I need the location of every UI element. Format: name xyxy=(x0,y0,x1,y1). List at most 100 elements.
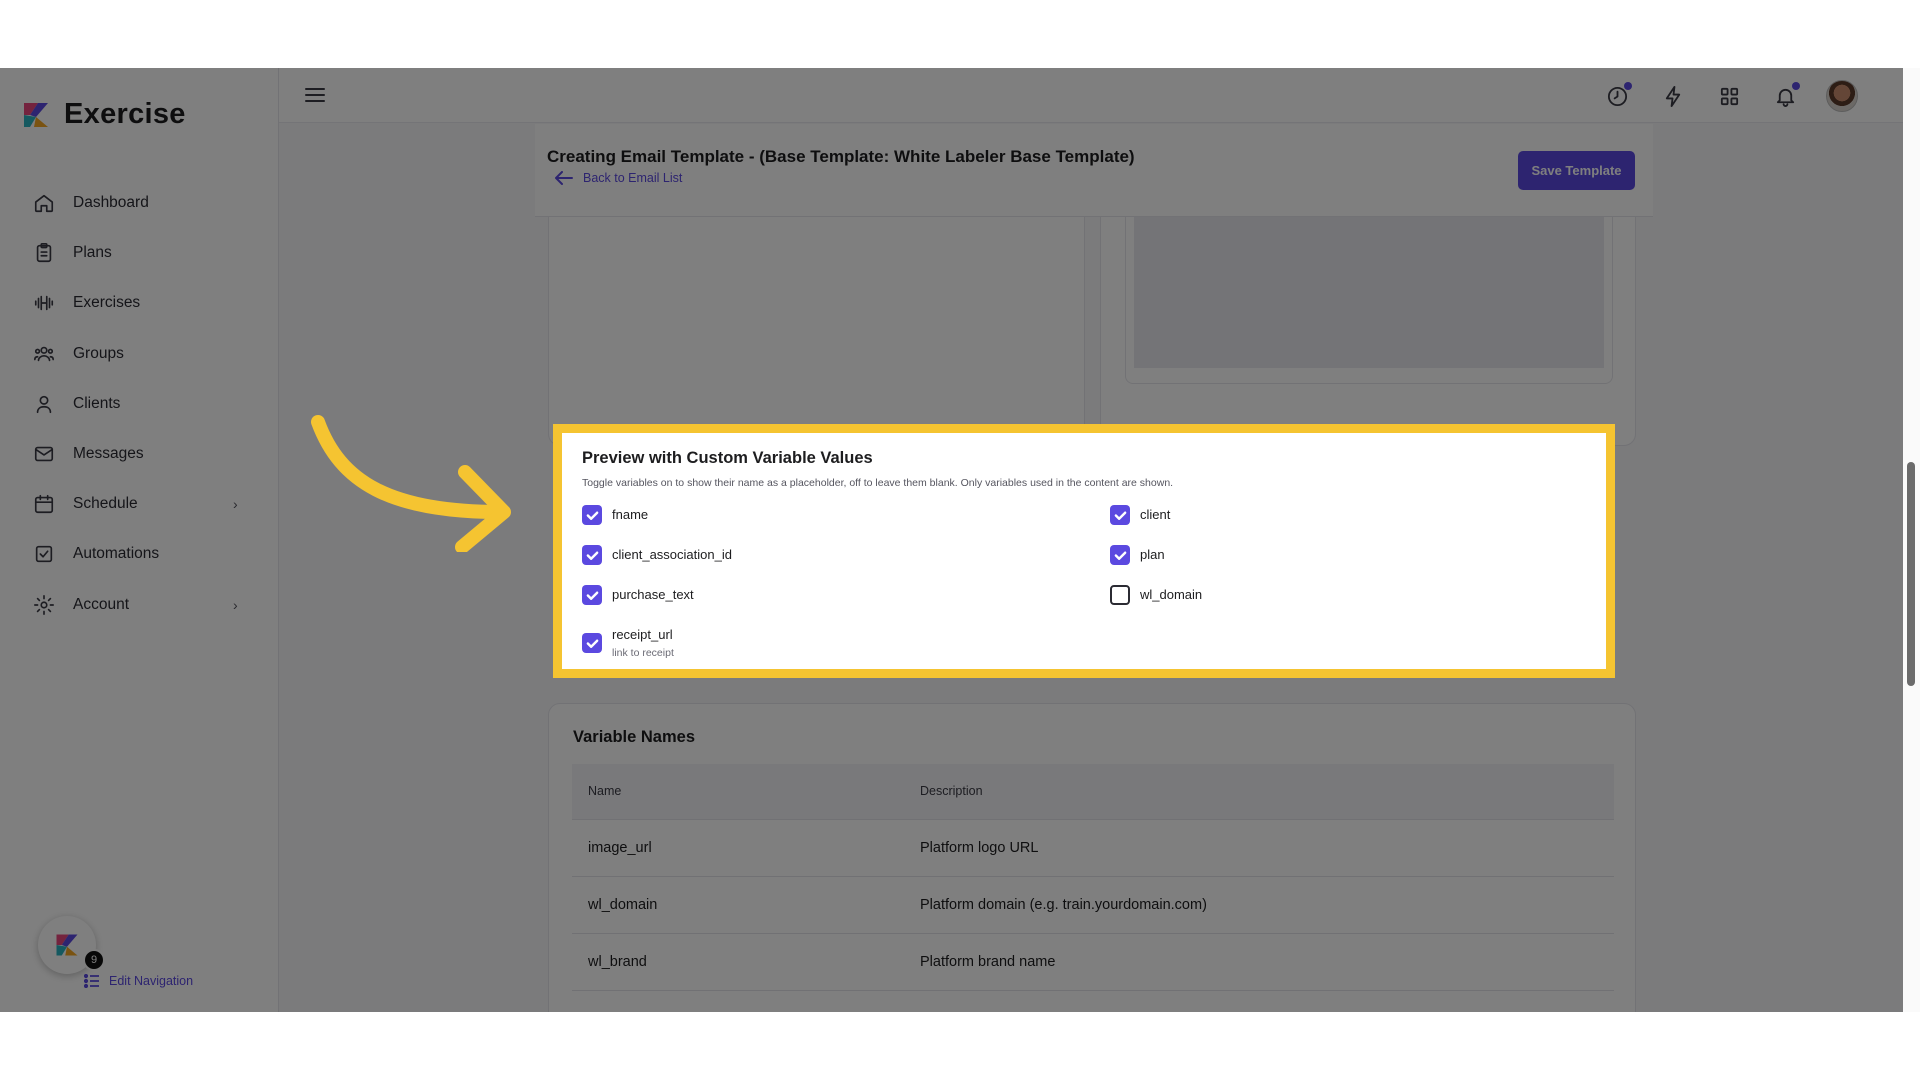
sidebar-item-label: Messages xyxy=(73,445,144,463)
checkbox-checked-icon[interactable] xyxy=(1110,545,1130,565)
variable-names-title: Variable Names xyxy=(573,728,695,746)
checkbox-checked-icon[interactable] xyxy=(582,585,602,605)
back-to-email-list-link[interactable]: Back to Email List xyxy=(555,171,682,185)
sidebar-item-label: Automations xyxy=(73,545,160,563)
brand-logo-icon xyxy=(56,934,78,956)
sidebar-item-groups[interactable]: Groups xyxy=(0,329,279,379)
variable-name-cell: wl_brand xyxy=(588,954,647,970)
page-scrollbar[interactable] xyxy=(1903,68,1920,1012)
variable-label: client xyxy=(1140,507,1171,522)
preview-card-title: Preview with Custom Variable Values xyxy=(582,449,873,467)
variable-label: plan xyxy=(1140,547,1165,562)
sidebar-item-schedule[interactable]: Schedule › xyxy=(0,479,279,529)
mail-icon xyxy=(33,443,55,465)
scrollbar-thumb[interactable] xyxy=(1907,462,1915,686)
checkbox-checked-icon[interactable] xyxy=(582,633,602,653)
sidebar-item-label: Plans xyxy=(73,244,112,262)
edit-navigation-link[interactable]: Edit Navigation xyxy=(84,974,193,988)
checkbox-unchecked-icon[interactable] xyxy=(1110,585,1130,605)
variable-toggle-plan[interactable]: plan xyxy=(1110,545,1165,565)
sidebar-item-account[interactable]: Account › xyxy=(0,580,279,630)
variable-label: receipt_url xyxy=(612,627,673,642)
editor-panel xyxy=(548,198,1085,446)
preview-panel xyxy=(1100,198,1636,446)
brand[interactable]: Exercise xyxy=(20,98,186,131)
checkbox-checked-icon[interactable] xyxy=(582,545,602,565)
variable-label: client_association_id xyxy=(612,547,732,562)
table-row: wl_domain Platform domain (e.g. train.yo… xyxy=(572,877,1614,934)
sidebar: Exercise Dashboard Plans Exercises Group… xyxy=(0,68,279,1012)
chevron-right-icon[interactable]: › xyxy=(233,597,238,613)
arrow-left-icon xyxy=(555,171,573,185)
brand-logo-icon xyxy=(24,102,48,127)
column-header-name: Name xyxy=(588,784,622,798)
clipboard-icon xyxy=(33,242,55,264)
variable-toggle-purchase-text[interactable]: purchase_text xyxy=(582,585,694,605)
sidebar-item-plans[interactable]: Plans xyxy=(0,228,279,278)
checkbox-checked-icon[interactable] xyxy=(1110,505,1130,525)
chevron-right-icon[interactable]: › xyxy=(233,496,238,512)
back-link-label: Back to Email List xyxy=(583,171,683,185)
table-row: image_url Platform logo URL xyxy=(572,820,1614,877)
variable-label: purchase_text xyxy=(612,587,694,602)
page-title: Creating Email Template - (Base Template… xyxy=(547,147,1135,166)
variable-name-cell: wl_domain xyxy=(588,897,658,913)
save-template-button[interactable]: Save Template xyxy=(1518,151,1635,190)
variable-description-cell: Platform brand name xyxy=(920,954,1056,970)
history-button[interactable] xyxy=(1602,81,1633,112)
gear-icon xyxy=(33,594,55,616)
column-header-description: Description xyxy=(920,784,983,798)
variable-toggle-receipt-url[interactable]: receipt_url link to receipt xyxy=(582,625,674,659)
table-row: wl_brand Platform brand name xyxy=(572,934,1614,991)
grid-icon xyxy=(1720,87,1739,105)
page-header: Creating Email Template - (Base Template… xyxy=(535,124,1653,217)
variable-label: wl_domain xyxy=(1140,587,1203,602)
user-icon xyxy=(33,393,55,415)
notifications-button[interactable] xyxy=(1770,81,1801,112)
sidebar-nav: Dashboard Plans Exercises Groups Clients… xyxy=(0,178,279,630)
user-avatar[interactable] xyxy=(1826,80,1858,112)
preview-placeholder xyxy=(1134,198,1604,368)
variable-label: fname xyxy=(612,507,649,522)
preview-card-subtitle: Toggle variables on to show their name a… xyxy=(582,477,1174,489)
unread-dot xyxy=(1792,81,1800,90)
hamburger-menu-icon[interactable] xyxy=(305,85,325,105)
sidebar-item-label: Exercises xyxy=(73,294,141,312)
sidebar-item-automations[interactable]: Automations xyxy=(0,529,279,579)
variable-toggle-client-association-id[interactable]: client_association_id xyxy=(582,545,732,565)
variable-toggle-fname[interactable]: fname xyxy=(582,505,648,525)
variable-toggle-client[interactable]: client xyxy=(1110,505,1170,525)
brand-name: Exercise xyxy=(64,98,186,130)
dumbbell-icon xyxy=(33,292,55,314)
sidebar-item-label: Clients xyxy=(73,394,121,412)
variable-description-cell: Platform domain (e.g. train.yourdomain.c… xyxy=(920,897,1207,913)
checkbox-checked-icon[interactable] xyxy=(582,505,602,525)
check-square-icon xyxy=(33,543,55,565)
variable-name-cell: image_url xyxy=(588,840,652,856)
variable-description-cell: Platform logo URL xyxy=(920,840,1039,856)
calendar-icon xyxy=(33,493,55,515)
preview-frame xyxy=(1125,198,1613,384)
sidebar-item-label: Schedule xyxy=(73,495,138,513)
edit-navigation-label: Edit Navigation xyxy=(109,974,194,988)
top-bar xyxy=(279,68,1920,123)
lightning-icon xyxy=(1665,85,1681,107)
apps-button[interactable] xyxy=(1714,81,1745,112)
sidebar-item-label: Groups xyxy=(73,344,124,362)
sidebar-item-label: Dashboard xyxy=(73,194,149,212)
list-icon xyxy=(84,974,99,988)
quick-actions-button[interactable] xyxy=(1658,81,1689,112)
sidebar-item-clients[interactable]: Clients xyxy=(0,379,279,429)
app-window: Exercise Dashboard Plans Exercises Group… xyxy=(0,68,1920,1012)
sidebar-item-dashboard[interactable]: Dashboard xyxy=(0,178,279,228)
variable-toggle-wl-domain[interactable]: wl_domain xyxy=(1110,585,1202,605)
table-header: Name Description xyxy=(572,764,1614,820)
unread-dot xyxy=(1624,81,1632,90)
sidebar-item-exercises[interactable]: Exercises xyxy=(0,278,279,328)
sidebar-item-messages[interactable]: Messages xyxy=(0,429,279,479)
variable-hint: link to receipt xyxy=(612,647,674,659)
variable-names-card: Variable Names Name Description image_ur… xyxy=(548,703,1636,1012)
sidebar-item-label: Account xyxy=(73,595,130,613)
users-icon xyxy=(33,343,55,365)
home-icon xyxy=(33,192,55,214)
